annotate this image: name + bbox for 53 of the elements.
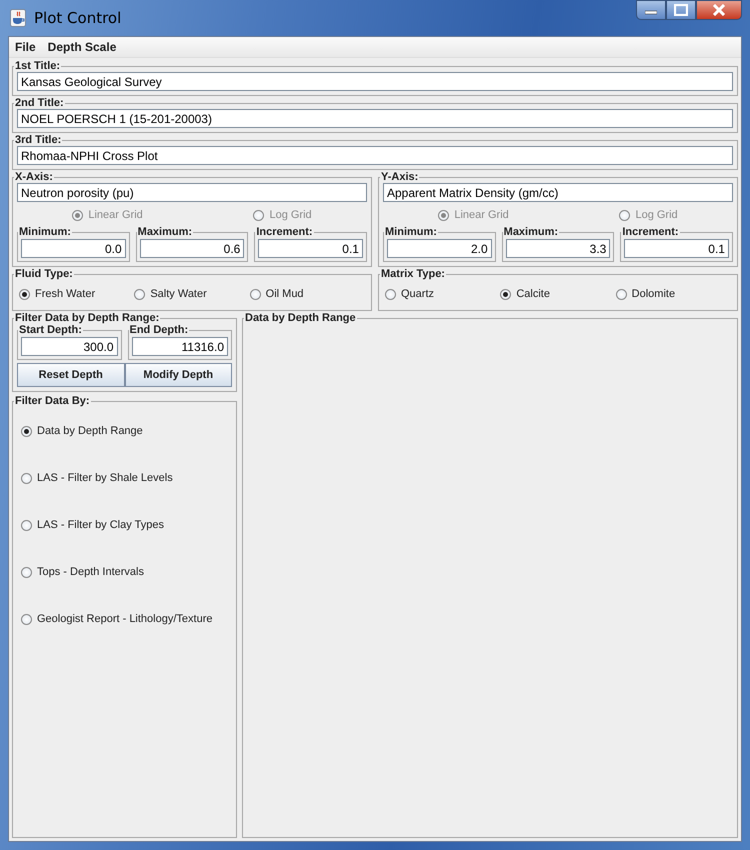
minimize-button[interactable]: [636, 0, 666, 20]
radio-option[interactable]: Quartz: [385, 288, 500, 300]
group-title: X-Axis:: [14, 171, 54, 183]
coffee-cup-icon: [10, 9, 26, 27]
number-field[interactable]: 3.3: [506, 239, 610, 258]
number-field[interactable]: 0.1: [624, 239, 729, 258]
number-field[interactable]: 11316.0: [132, 337, 228, 356]
group-title: 3rd Title:: [14, 134, 62, 146]
radio-option[interactable]: Geologist Report - Lithology/Texture: [21, 613, 232, 625]
group-title: Fluid Type:: [14, 268, 74, 280]
group-title: Matrix Type:: [380, 268, 446, 280]
group-title: Maximum:: [502, 226, 560, 238]
menu-item[interactable]: Depth Scale: [48, 40, 116, 54]
group-title: Maximum:: [136, 226, 194, 238]
number-field[interactable]: 300.0: [21, 337, 118, 356]
radio-option[interactable]: Data by Depth Range: [21, 425, 232, 437]
number-field[interactable]: 2.0: [387, 239, 492, 258]
window-title: Plot Control: [34, 9, 122, 27]
number-field[interactable]: 0.0: [21, 239, 126, 258]
group-title: Increment:: [621, 226, 680, 238]
menu-item[interactable]: File: [15, 40, 36, 54]
group-title: End Depth:: [128, 324, 190, 336]
group-title: 1st Title:: [14, 60, 62, 72]
group-title: Start Depth:: [18, 324, 83, 336]
radio-option[interactable]: LAS - Filter by Shale Levels: [21, 472, 232, 484]
group-title: 2nd Title:: [14, 97, 65, 109]
action-button[interactable]: Reset Depth: [17, 363, 124, 387]
group-title: Data by Depth Range: [244, 312, 357, 324]
maximize-icon: [674, 4, 688, 16]
radio-option[interactable]: Tops - Depth Intervals: [21, 566, 232, 578]
number-field[interactable]: 0.6: [140, 239, 244, 258]
radio-option[interactable]: Dolomite: [616, 288, 731, 300]
text-field[interactable]: Kansas Geological Survey: [17, 72, 733, 91]
group-title: Y-Axis:: [380, 171, 420, 183]
text-field[interactable]: Apparent Matrix Density (gm/cc): [383, 183, 733, 202]
text-field[interactable]: Rhomaa-NPHI Cross Plot: [17, 146, 733, 165]
group-title: Filter Data by Depth Range:: [14, 312, 160, 324]
radio-option[interactable]: Salty Water: [134, 288, 250, 300]
group-title: Minimum:: [18, 226, 72, 238]
radio-option[interactable]: Fresh Water: [19, 288, 134, 300]
close-icon: [712, 4, 726, 16]
group-title: Filter Data By:: [14, 395, 91, 407]
close-button[interactable]: [696, 0, 742, 20]
action-button[interactable]: Modify Depth: [124, 363, 232, 387]
group-title: Increment:: [255, 226, 314, 238]
group-title: Minimum:: [384, 226, 438, 238]
text-field[interactable]: NOEL POERSCH 1 (15-201-20003): [17, 109, 733, 128]
radio-option[interactable]: LAS - Filter by Clay Types: [21, 519, 232, 531]
maximize-button[interactable]: [666, 0, 696, 20]
text-field[interactable]: Neutron porosity (pu): [17, 183, 367, 202]
number-field[interactable]: 0.1: [258, 239, 363, 258]
radio-option[interactable]: Oil Mud: [250, 288, 365, 300]
radio-option[interactable]: Calcite: [500, 288, 616, 300]
